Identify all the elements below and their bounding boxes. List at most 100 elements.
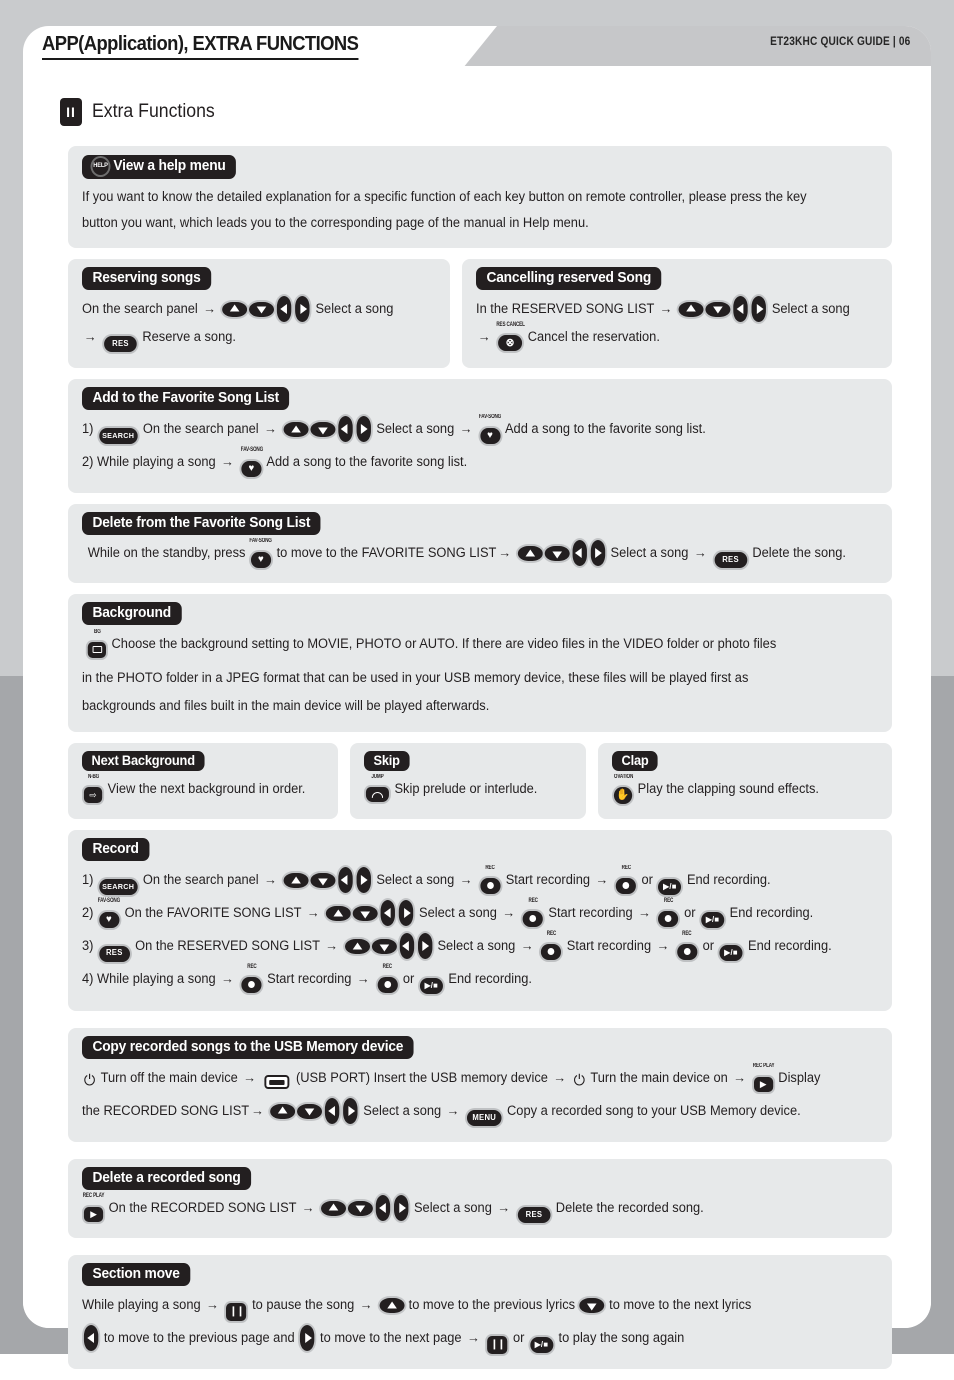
- rec-key-wrapper[interactable]: REC: [658, 898, 679, 932]
- nav-right-icon[interactable]: [356, 416, 371, 443]
- res-key-wrapper[interactable]: RES: [517, 1200, 551, 1226]
- nav-right-icon[interactable]: [356, 867, 371, 894]
- rec-key-icon[interactable]: [658, 910, 679, 927]
- play-stop-key-wrapper[interactable]: ▶/■: [419, 970, 443, 998]
- nav-right-icon[interactable]: [343, 1097, 358, 1124]
- nav-up-icon[interactable]: [379, 1298, 405, 1314]
- nav-up-icon[interactable]: [344, 939, 370, 955]
- nav-right-icon[interactable]: [300, 1325, 315, 1352]
- nav-up-icon[interactable]: [321, 1200, 347, 1216]
- n-bg-key-wrapper[interactable]: N-BG ⇨: [83, 774, 103, 807]
- res-key-icon[interactable]: RES: [104, 336, 137, 353]
- rec-play-key-icon[interactable]: ▶: [753, 1076, 773, 1092]
- res-key-wrapper[interactable]: RES: [98, 937, 130, 965]
- play-stop-key-icon[interactable]: ▶/■: [719, 945, 743, 962]
- bg-key-wrapper[interactable]: BG: [87, 629, 106, 663]
- rec-key-wrapper[interactable]: REC: [615, 865, 636, 899]
- nav-down-icon[interactable]: [371, 939, 397, 955]
- res-cancel-key-icon[interactable]: ⊗: [498, 335, 523, 352]
- nav-down-icon[interactable]: [353, 906, 378, 922]
- rec-key-icon[interactable]: [480, 877, 501, 894]
- power-icon[interactable]: ⏻: [84, 1073, 95, 1088]
- rec-key-icon[interactable]: [541, 943, 562, 960]
- nav-left-icon[interactable]: [338, 416, 353, 443]
- menu-key-icon[interactable]: MENU: [466, 1110, 502, 1127]
- nav-up-icon[interactable]: [283, 422, 309, 438]
- nav-left-icon[interactable]: [338, 867, 353, 894]
- nav-left-icon[interactable]: [325, 1097, 340, 1124]
- nav-left-icon[interactable]: [277, 295, 292, 322]
- res-key-icon[interactable]: RES: [517, 1206, 551, 1223]
- nav-right-icon[interactable]: [751, 295, 767, 322]
- search-key-icon[interactable]: SEARCH: [98, 427, 138, 444]
- play-stop-key-icon[interactable]: ▶/■: [419, 978, 443, 995]
- fav-song-key-icon[interactable]: ♥: [250, 552, 272, 569]
- nav-left-icon[interactable]: [399, 933, 414, 960]
- ovation-key-icon[interactable]: ✋: [613, 786, 633, 804]
- nav-down-icon[interactable]: [544, 546, 570, 562]
- nav-left-icon[interactable]: [380, 900, 396, 927]
- pause-key-wrapper[interactable]: ❙❙: [487, 1329, 508, 1357]
- res-key-wrapper[interactable]: RES: [104, 328, 137, 356]
- nav-right-icon[interactable]: [295, 295, 310, 322]
- fav-song-key-icon[interactable]: ♥: [480, 428, 501, 445]
- nav-up-icon[interactable]: [326, 906, 352, 922]
- nav-down-icon[interactable]: [249, 301, 275, 317]
- nav-up-icon[interactable]: [517, 546, 543, 562]
- bg-key-icon[interactable]: [87, 641, 106, 658]
- nav-down-icon[interactable]: [310, 873, 336, 889]
- res-cancel-key-wrapper[interactable]: RES CANCEL ⊗: [496, 322, 525, 356]
- fav-song-key-wrapper[interactable]: FAV-SONG ♥: [98, 898, 120, 932]
- menu-key-wrapper[interactable]: MENU: [466, 1102, 502, 1130]
- n-bg-key-icon[interactable]: ⇨: [83, 787, 103, 804]
- fav-song-key-wrapper[interactable]: FAV-SONG ♥: [250, 538, 272, 571]
- play-stop-key-icon[interactable]: ▶/■: [529, 1337, 553, 1354]
- fav-song-key-icon[interactable]: ♥: [98, 912, 120, 929]
- fav-song-key-wrapper[interactable]: FAV-SONG ♥: [479, 414, 501, 448]
- rec-key-wrapper[interactable]: REC: [241, 964, 262, 998]
- jump-key-wrapper[interactable]: JUMP: [365, 774, 389, 807]
- rec-play-key-wrapper[interactable]: REC PLAY ▶: [83, 1193, 104, 1226]
- fav-song-key-icon[interactable]: ♥: [241, 461, 262, 478]
- nav-right-icon[interactable]: [394, 1194, 409, 1221]
- play-stop-key-wrapper[interactable]: ▶/■: [719, 937, 743, 965]
- nav-right-icon[interactable]: [399, 900, 414, 927]
- search-key-icon[interactable]: SEARCH: [98, 878, 138, 895]
- res-key-icon[interactable]: RES: [714, 552, 747, 569]
- rec-key-icon[interactable]: [615, 877, 636, 894]
- pause-key-icon[interactable]: ❙❙: [226, 1303, 247, 1322]
- rec-key-wrapper[interactable]: REC: [676, 931, 698, 965]
- rec-play-key-icon[interactable]: ▶: [83, 1206, 104, 1222]
- nav-up-icon[interactable]: [678, 301, 704, 317]
- rec-play-key-wrapper[interactable]: REC PLAY ▶: [752, 1063, 774, 1097]
- rec-key-wrapper[interactable]: REC: [522, 898, 543, 932]
- nav-up-icon[interactable]: [270, 1103, 296, 1119]
- res-key-icon[interactable]: RES: [98, 945, 130, 962]
- nav-down-icon[interactable]: [297, 1103, 323, 1119]
- nav-left-icon[interactable]: [375, 1194, 391, 1221]
- play-stop-key-wrapper[interactable]: ▶/■: [529, 1329, 553, 1357]
- power-icon[interactable]: ⏻: [574, 1073, 585, 1088]
- rec-key-wrapper[interactable]: REC: [480, 865, 501, 899]
- nav-right-icon[interactable]: [590, 540, 606, 567]
- nav-left-icon[interactable]: [83, 1325, 99, 1352]
- nav-down-icon[interactable]: [310, 422, 336, 438]
- rec-key-icon[interactable]: [377, 976, 398, 993]
- nav-down-icon[interactable]: [347, 1200, 373, 1216]
- search-key-wrapper[interactable]: SEARCH: [98, 420, 138, 448]
- rec-key-icon[interactable]: [241, 976, 262, 993]
- nav-down-icon[interactable]: [579, 1298, 605, 1314]
- play-stop-key-icon[interactable]: ▶/■: [658, 879, 682, 896]
- rec-key-icon[interactable]: [522, 910, 543, 927]
- rec-key-icon[interactable]: [676, 943, 698, 960]
- fav-song-key-wrapper[interactable]: FAV-SONG ♥: [240, 447, 263, 481]
- nav-up-icon[interactable]: [222, 301, 248, 317]
- pause-key-icon[interactable]: ❙❙: [487, 1336, 508, 1355]
- jump-key-icon[interactable]: [365, 787, 389, 803]
- nav-left-icon[interactable]: [572, 540, 587, 567]
- pause-key-wrapper[interactable]: ❙❙: [226, 1296, 247, 1324]
- rec-key-wrapper[interactable]: REC: [541, 931, 562, 965]
- res-key-wrapper[interactable]: RES: [714, 545, 747, 571]
- play-stop-key-wrapper[interactable]: ▶/■: [701, 904, 725, 932]
- play-stop-key-icon[interactable]: ▶/■: [701, 912, 725, 929]
